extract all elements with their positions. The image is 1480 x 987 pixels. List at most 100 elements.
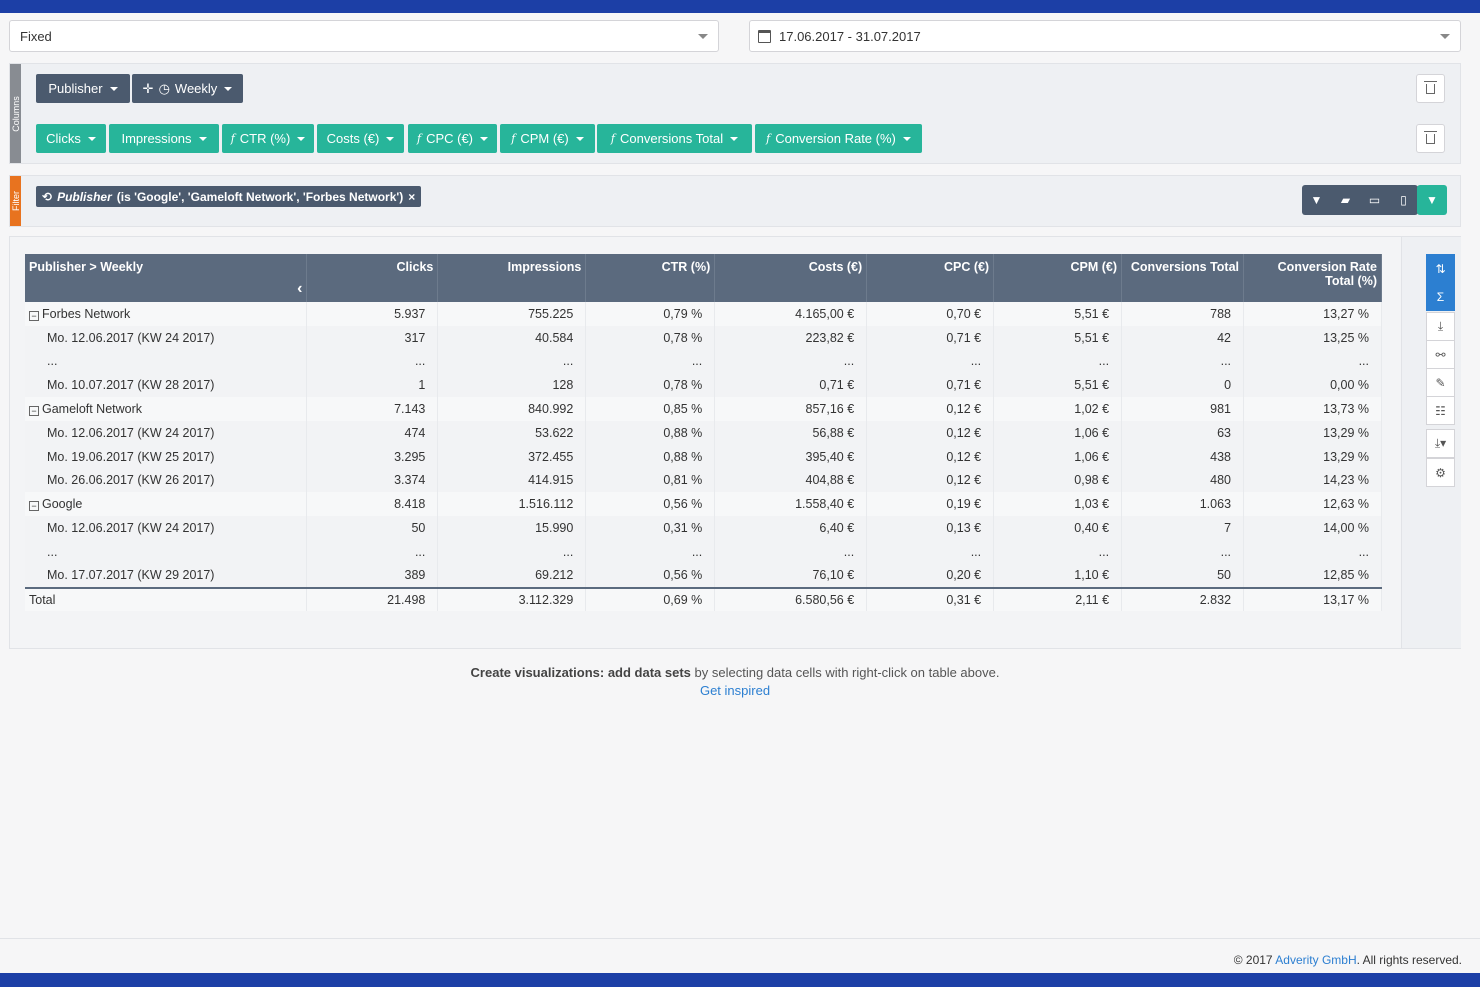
table-row[interactable]: Mo. 12.06.2017 (KW 24 2017) 50 15.990 0,31 … — [25, 516, 1382, 540]
table-cell[interactable]: 981 — [1121, 397, 1245, 421]
table-cell[interactable]: ... — [866, 349, 995, 374]
table-cell[interactable]: 0,88 % — [585, 420, 716, 445]
brush-icon[interactable]: ✎ — [1426, 368, 1455, 397]
metric-conversion-rate-button[interactable]: f Conversion Rate (%) — [755, 124, 922, 153]
table-cell[interactable]: 40.584 — [437, 325, 587, 350]
link-icon[interactable]: ⚯ — [1426, 340, 1455, 369]
row-label-cell[interactable]: ... — [25, 539, 308, 564]
table-cell[interactable]: 0,78 % — [585, 373, 716, 398]
row-label-cell[interactable]: Mo. 10.07.2017 (KW 28 2017) — [25, 373, 308, 398]
table-cell[interactable]: ... — [585, 539, 716, 564]
row-label-cell[interactable]: − Google — [25, 492, 308, 517]
group-row[interactable]: − Google 8.418 1.516.112 0,56 % 1.558,40 €0,1… — [25, 492, 1382, 517]
table-cell[interactable]: 223,82 € — [714, 325, 868, 350]
table-cell[interactable]: 4.165,00 € — [714, 302, 868, 326]
table-cell[interactable]: 3.295 — [306, 444, 439, 469]
table-cell[interactable]: 5,51 € — [993, 325, 1123, 350]
table-cell[interactable]: 14,00 % — [1243, 516, 1382, 540]
table-cell[interactable]: 0,88 % — [585, 444, 716, 469]
column-header[interactable]: CPM (€) — [993, 254, 1123, 302]
row-label-cell[interactable]: Mo. 12.06.2017 (KW 24 2017) — [25, 325, 308, 350]
filter-chip[interactable]: ⟲ Publisher (is 'Google', 'Gameloft Netw… — [36, 186, 422, 207]
table-cell[interactable]: 63 — [1121, 420, 1245, 445]
table-cell[interactable]: 0,85 % — [585, 397, 716, 421]
table-cell[interactable]: 840.992 — [437, 397, 587, 421]
table-cell[interactable]: ... — [1121, 349, 1245, 374]
table-cell[interactable]: 7.143 — [306, 397, 439, 421]
table-cell[interactable]: ... — [993, 539, 1123, 564]
mode-select[interactable]: Fixed — [9, 20, 719, 52]
row-label-cell[interactable]: Mo. 12.06.2017 (KW 24 2017) — [25, 516, 308, 540]
table-cell[interactable]: 76,10 € — [714, 563, 868, 588]
table-row[interactable]: Mo. 12.06.2017 (KW 24 2017) 317 40.584 0,78… — [25, 325, 1382, 350]
settings-icon[interactable]: ⚙ — [1426, 458, 1455, 487]
table-cell[interactable]: ... — [1243, 539, 1382, 564]
table-cell[interactable]: 1,03 € — [993, 492, 1123, 517]
table-cell[interactable]: 0,12 € — [866, 420, 995, 445]
table-cell[interactable]: 50 — [1121, 563, 1245, 588]
table-cell[interactable]: 1.516.112 — [437, 492, 587, 517]
table-cell[interactable]: 42 — [1121, 325, 1245, 350]
table-cell[interactable]: 438 — [1121, 444, 1245, 469]
table-cell[interactable]: 0,31 € — [866, 586, 995, 612]
metric-cpm-button[interactable]: f CPM (€) — [500, 124, 595, 153]
table-cell[interactable]: 12,85 % — [1243, 563, 1382, 588]
save-icon[interactable]: ▭ — [1360, 185, 1389, 215]
group-row[interactable]: − Gameloft Network 7.143 840.992 0,85 % 857,1… — [25, 397, 1382, 421]
table-row[interactable]: ........................... — [25, 349, 1382, 374]
table-row[interactable]: Mo. 17.07.2017 (KW 29 2017) 389 69.212 0,56… — [25, 563, 1382, 588]
table-cell[interactable]: 0,71 € — [866, 325, 995, 350]
dimension-publisher-button[interactable]: Publisher — [36, 74, 130, 103]
table-cell[interactable]: 0,98 € — [993, 468, 1123, 493]
sum-icon[interactable]: Σ — [1426, 282, 1455, 311]
column-header[interactable]: Publisher > Weekly ‹ — [25, 254, 308, 302]
table-cell[interactable]: 0,12 € — [866, 444, 995, 469]
table-cell[interactable]: 0,13 € — [866, 516, 995, 540]
row-label-cell[interactable]: Mo. 26.06.2017 (KW 26 2017) — [25, 468, 308, 493]
table-cell[interactable]: 128 — [437, 373, 587, 398]
table-cell[interactable]: 0,71 € — [714, 373, 868, 398]
table-cell[interactable]: 0,78 % — [585, 325, 716, 350]
table-cell[interactable]: ... — [714, 349, 868, 374]
table-cell[interactable]: 0,20 € — [866, 563, 995, 588]
metric-cpc-button[interactable]: f CPC (€) — [408, 124, 497, 153]
table-cell[interactable]: 474 — [306, 420, 439, 445]
table-cell[interactable]: 1,06 € — [993, 444, 1123, 469]
apply-filter-button[interactable]: ▼ — [1417, 185, 1447, 215]
collapse-left-icon[interactable]: ‹ — [297, 280, 302, 298]
collapse-group-icon[interactable]: − — [29, 406, 39, 417]
table-cell[interactable]: 8.418 — [306, 492, 439, 517]
table-cell[interactable]: 6,40 € — [714, 516, 868, 540]
table-cell[interactable]: 0,70 € — [866, 302, 995, 326]
pivot-icon[interactable]: ⇅ — [1426, 254, 1455, 283]
get-inspired-link[interactable]: Get inspired — [700, 683, 770, 698]
table-cell[interactable]: 7 — [1121, 516, 1245, 540]
table-cell[interactable]: 13,29 % — [1243, 444, 1382, 469]
table-cell[interactable]: 395,40 € — [714, 444, 868, 469]
table-row[interactable]: ........................... — [25, 539, 1382, 564]
table-cell[interactable]: 317 — [306, 325, 439, 350]
metric-clicks-button[interactable]: Clicks — [36, 124, 106, 153]
table-cell[interactable]: 788 — [1121, 302, 1245, 326]
metric-ctr-button[interactable]: f CTR (%) — [222, 124, 314, 153]
column-header[interactable]: Conversion Rate Total (%) — [1243, 254, 1382, 302]
table-cell[interactable]: 13,27 % — [1243, 302, 1382, 326]
column-header[interactable]: CTR (%) — [585, 254, 716, 302]
group-row[interactable]: − Forbes Network 5.937 755.225 0,79 % 4.165,0… — [25, 302, 1382, 326]
table-cell[interactable]: 480 — [1121, 468, 1245, 493]
table-cell[interactable]: 3.374 — [306, 468, 439, 493]
funnel-icon[interactable]: ▼ — [1302, 185, 1331, 215]
trash-icon[interactable]: ▯ — [1389, 185, 1418, 215]
table-cell[interactable]: 0,69 % — [585, 586, 716, 612]
column-header[interactable]: Costs (€) — [714, 254, 868, 302]
table-cell[interactable]: ... — [866, 539, 995, 564]
table-cell[interactable]: 13,29 % — [1243, 420, 1382, 445]
filter-chip-close-icon[interactable]: × — [408, 190, 415, 204]
table-cell[interactable]: ... — [306, 539, 439, 564]
row-label-cell[interactable]: − Gameloft Network — [25, 397, 308, 421]
table-cell[interactable]: 3.112.329 — [437, 586, 587, 612]
table-cell[interactable]: 5,51 € — [993, 302, 1123, 326]
column-header[interactable]: Clicks — [306, 254, 439, 302]
table-cell[interactable]: 0,79 % — [585, 302, 716, 326]
table-cell[interactable]: 414.915 — [437, 468, 587, 493]
